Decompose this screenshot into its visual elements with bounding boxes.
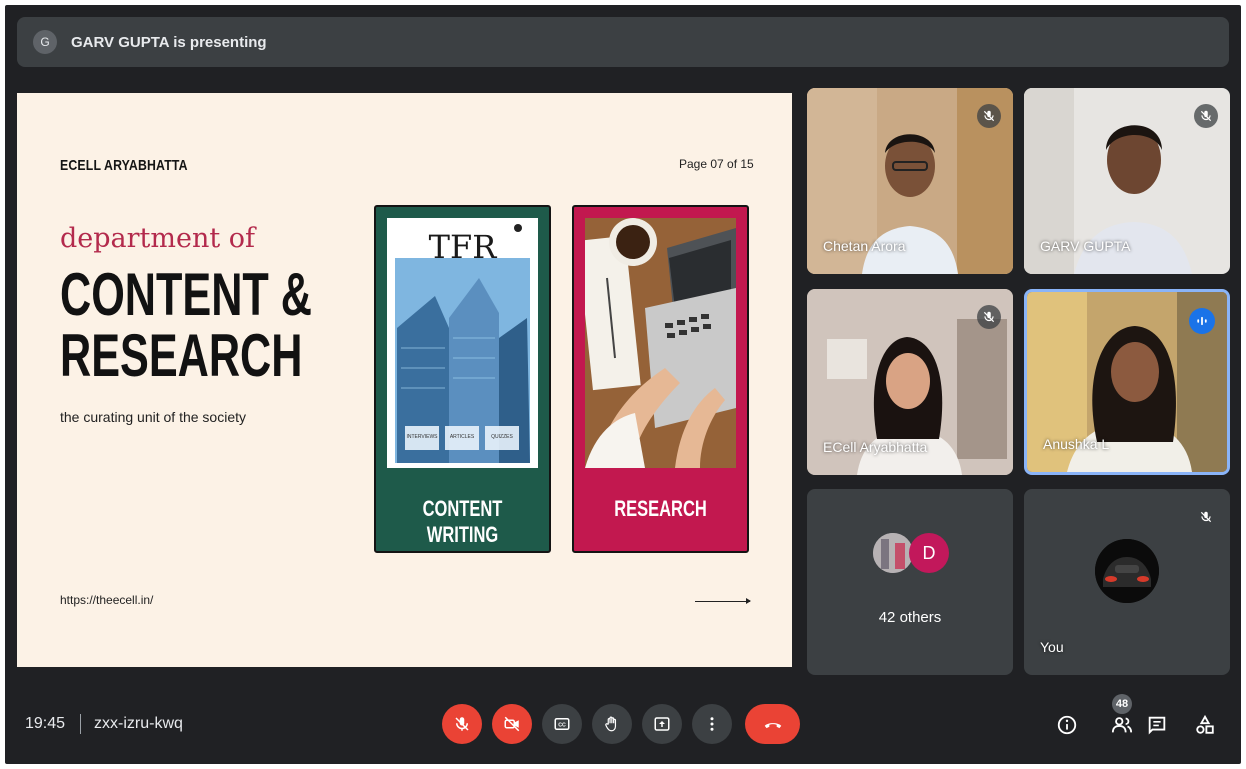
leave-call-button[interactable] (745, 704, 800, 744)
present-now-button[interactable] (642, 704, 682, 744)
magazine-tag-3: QUIZZES (491, 434, 513, 440)
meeting-code: zxx-izru-kwq (94, 715, 183, 732)
content-writing-card: TFR INTERVIEWS ARTICLES QUIZZES CONTENT … (374, 205, 551, 553)
toggle-camera-button[interactable] (492, 704, 532, 744)
slide-title-line2: RESEARCH (60, 322, 303, 389)
svg-text:CC: CC (558, 723, 566, 729)
research-label: RESEARCH (614, 496, 707, 521)
presenting-banner: G GARV GUPTA is presenting (17, 17, 1229, 67)
present-icon (654, 717, 670, 731)
others-avatar-photo (873, 533, 913, 573)
toggle-mic-button[interactable] (442, 704, 482, 744)
info-icon (1057, 715, 1077, 735)
slide-brand: ECELL ARYABHATTA (60, 157, 188, 174)
meet-window: G GARV GUPTA is presenting ECELL ARYABHA… (5, 5, 1241, 764)
mic-off-icon (1194, 104, 1218, 128)
activities-icon (1196, 714, 1214, 734)
magazine-cover-image: TFR INTERVIEWS ARTICLES QUIZZES (387, 218, 538, 468)
presenting-text: GARV GUPTA is presenting (71, 33, 267, 51)
magazine-tag-1: INTERVIEWS (406, 434, 438, 440)
presenter-avatar: G (33, 30, 57, 54)
chat-icon (1148, 716, 1166, 735)
chat-button[interactable] (1145, 713, 1169, 737)
presented-slide[interactable]: ECELL ARYABHATTA Page 07 of 15 departmen… (17, 93, 792, 667)
participant-name: Chetan Arora (823, 238, 906, 254)
mic-off-icon (1194, 505, 1218, 529)
activities-button[interactable] (1193, 713, 1217, 737)
participant-tile-ecell[interactable]: ECell Aryabhatta (807, 289, 1013, 475)
meeting-details-button[interactable] (1055, 713, 1079, 737)
slide-arrow-icon (695, 598, 751, 604)
participant-tile-garv[interactable]: GARV GUPTA (1024, 88, 1230, 274)
more-options-button[interactable] (692, 704, 732, 744)
participant-name: You (1040, 639, 1064, 655)
end-call-icon (764, 723, 781, 729)
slide-title-line1: CONTENT & (60, 261, 312, 328)
magazine-title: TFR (428, 228, 497, 266)
others-avatar-initial: D (909, 533, 949, 573)
raise-hand-icon (605, 716, 617, 732)
bottom-toolbar: 19:45 zxx-izru-kwq CC 48 (5, 685, 1241, 764)
people-icon (1111, 717, 1133, 733)
meeting-time: 19:45 (25, 715, 66, 732)
speaking-indicator-icon (1189, 308, 1215, 334)
captions-button[interactable]: CC (542, 704, 582, 744)
participant-tile-anushka[interactable]: Anushka L (1024, 289, 1230, 475)
participant-tile-chetan[interactable]: Chetan Arora (807, 88, 1013, 274)
research-card: RESEARCH (572, 205, 749, 553)
slide-dept-line: department of (60, 223, 256, 254)
divider (80, 714, 81, 734)
participant-tile-others[interactable]: D 42 others (807, 489, 1013, 675)
research-desk-image (585, 218, 736, 468)
captions-icon: CC (554, 718, 570, 730)
mic-off-icon (455, 717, 469, 731)
slide-url: https://theecell.in/ (60, 593, 154, 607)
camera-off-icon (504, 716, 520, 732)
slide-page-number: Page 07 of 15 (679, 157, 754, 171)
show-everyone-button[interactable] (1110, 713, 1134, 737)
mic-off-icon (977, 104, 1001, 128)
participant-name: Anushka L (1043, 436, 1110, 452)
you-avatar (1095, 539, 1159, 603)
raise-hand-button[interactable] (592, 704, 632, 744)
content-writing-label: CONTENT WRITING (422, 496, 503, 547)
participant-name: GARV GUPTA (1040, 238, 1131, 254)
more-icon (710, 717, 714, 731)
slide-subtitle: the curating unit of the society (60, 409, 246, 425)
people-count-badge: 48 (1112, 694, 1132, 714)
participant-name: ECell Aryabhatta (823, 439, 928, 455)
magazine-tag-2: ARTICLES (449, 434, 475, 440)
mic-off-icon (977, 305, 1001, 329)
others-count: 42 others (878, 609, 942, 626)
participant-tile-you[interactable]: You (1024, 489, 1230, 675)
